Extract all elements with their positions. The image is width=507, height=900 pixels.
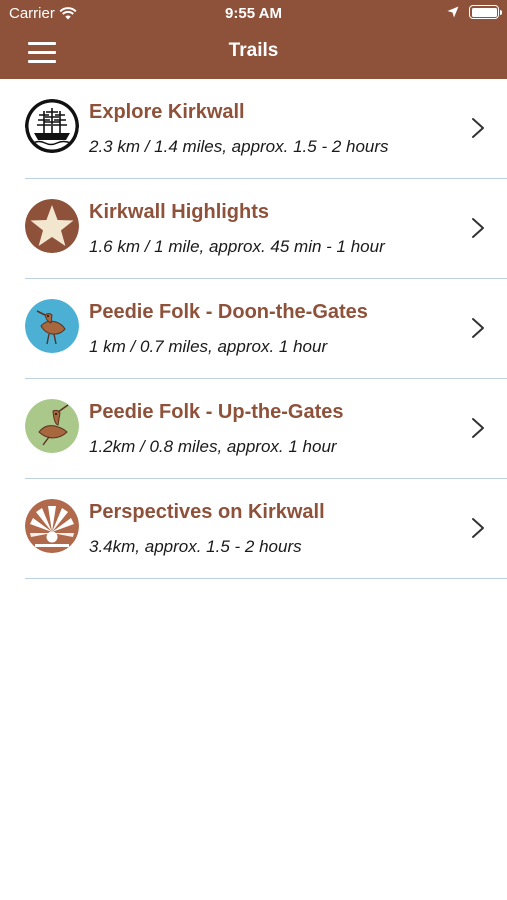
trail-title: Kirkwall Highlights: [89, 201, 270, 223]
page-title: Trails: [228, 40, 279, 61]
status-bar: Carrier 9:55 AM: [0, 0, 507, 28]
trail-row-explore-kirkwall[interactable]: Explore Kirkwall 2.3 km / 1.4 miles, app…: [0, 79, 507, 179]
bird-blue-icon: [25, 299, 79, 353]
trail-row-perspectives[interactable]: Perspectives on Kirkwall 3.4km, approx. …: [0, 479, 507, 579]
navigation-bar: Trails: [0, 28, 507, 79]
trail-title: Perspectives on Kirkwall: [89, 501, 325, 523]
chevron-right-icon: [472, 518, 484, 538]
trail-subtitle: 1.2km / 0.8 miles, approx. 1 hour: [89, 437, 337, 456]
trail-subtitle: 3.4km, approx. 1.5 - 2 hours: [89, 537, 302, 556]
top-bar: Carrier 9:55 AM Trails: [0, 0, 507, 79]
chevron-right-icon: [472, 118, 484, 138]
status-time: 9:55 AM: [225, 5, 282, 22]
location-arrow-icon: [447, 6, 459, 18]
row-separator: [25, 577, 507, 579]
shell-icon: [25, 499, 79, 553]
trail-row-peedie-folk-up[interactable]: Peedie Folk - Up-the-Gates 1.2km / 0.8 m…: [0, 379, 507, 479]
ship-icon: [25, 99, 79, 153]
trail-subtitle: 2.3 km / 1.4 miles, approx. 1.5 - 2 hour…: [89, 137, 389, 156]
trail-subtitle: 1 km / 0.7 miles, approx. 1 hour: [89, 337, 328, 356]
trail-title: Explore Kirkwall: [89, 101, 245, 123]
trail-subtitle: 1.6 km / 1 mile, approx. 45 min - 1 hour: [89, 237, 385, 256]
chevron-right-icon: [472, 418, 484, 438]
star-icon: [25, 199, 79, 253]
chevron-right-icon: [472, 318, 484, 338]
status-right-group: [447, 5, 502, 19]
battery-icon: [469, 5, 502, 19]
chevron-right-icon: [472, 218, 484, 238]
trail-row-peedie-folk-doon[interactable]: Peedie Folk - Doon-the-Gates 1 km / 0.7 …: [0, 279, 507, 379]
trails-list: Explore Kirkwall 2.3 km / 1.4 miles, app…: [0, 79, 507, 579]
trail-title: Peedie Folk - Doon-the-Gates: [89, 301, 368, 323]
trail-row-kirkwall-highlights[interactable]: Kirkwall Highlights 1.6 km / 1 mile, app…: [0, 179, 507, 279]
trail-title: Peedie Folk - Up-the-Gates: [89, 401, 344, 423]
bird-green-icon: [25, 399, 79, 453]
